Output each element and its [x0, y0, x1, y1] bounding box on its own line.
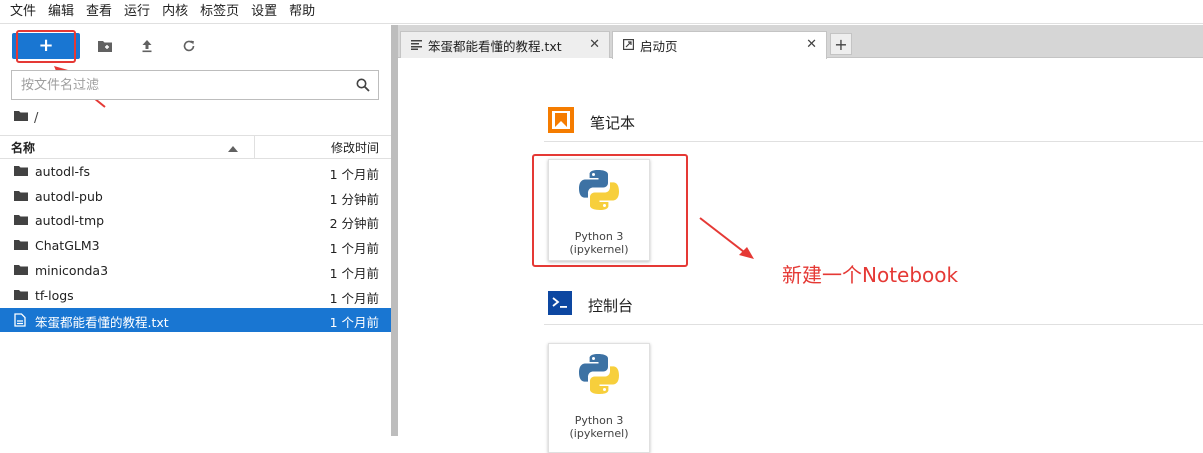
panel-splitter[interactable]	[391, 25, 398, 436]
console-icon	[548, 291, 572, 319]
file-list-header: 名称 修改时间	[0, 135, 391, 159]
folder-row[interactable]: autodl-tmp 2 分钟前	[0, 209, 391, 233]
tab-launcher[interactable]: 启动页 ✕	[612, 31, 827, 59]
breadcrumb: /	[14, 109, 38, 127]
close-icon[interactable]: ✕	[589, 37, 600, 52]
file-icon	[14, 313, 28, 327]
menu-item[interactable]: 运行	[118, 0, 156, 24]
close-icon[interactable]: ✕	[806, 37, 817, 52]
card-label: Python 3 (ipykernel)	[549, 414, 649, 440]
folder-icon	[14, 239, 28, 253]
highlight-box	[532, 154, 688, 267]
tab-bar: 笨蛋都能看懂的教程.txt ✕ 启动页 ✕ +	[398, 25, 1203, 59]
annotation-arrow	[699, 217, 754, 259]
file-browser: + / 名称 修改时间 autodl-fs1 个月	[0, 25, 391, 436]
column-name-header[interactable]: 名称	[11, 139, 35, 156]
file-modified: 1 个月前	[329, 167, 379, 182]
filter-input[interactable]	[12, 71, 342, 99]
filter-box	[11, 70, 379, 100]
tab-label: 启动页	[640, 39, 678, 54]
column-divider	[254, 136, 255, 159]
menu-item[interactable]: 内核	[156, 0, 194, 24]
main-area: 笨蛋都能看懂的教程.txt ✕ 启动页 ✕ + 笔记本 Python 3 (ip…	[398, 25, 1203, 453]
menu-item[interactable]: 帮助	[283, 0, 321, 24]
card-label-line2: (ipykernel)	[569, 427, 629, 440]
tab-text-file[interactable]: 笨蛋都能看懂的教程.txt ✕	[400, 31, 610, 58]
file-name: ChatGLM3	[35, 238, 100, 254]
console-section-header: 控制台	[548, 291, 633, 319]
refresh-icon[interactable]	[180, 37, 198, 55]
file-modified: 1 个月前	[329, 290, 379, 306]
console-python3-card[interactable]: Python 3 (ipykernel)	[548, 343, 650, 453]
folder-icon	[14, 214, 28, 228]
file-name: autodl-pub	[35, 188, 103, 204]
file-name: autodl-tmp	[35, 213, 105, 229]
file-name: tf-logs	[35, 287, 74, 303]
notebook-icon	[548, 107, 574, 137]
file-modified: 1 个月前	[329, 315, 379, 331]
tab-label: 笨蛋都能看懂的教程.txt	[428, 38, 562, 54]
folder-icon	[14, 165, 28, 179]
menu-item[interactable]: 编辑	[42, 0, 80, 24]
python-logo-icon	[577, 352, 621, 400]
menu-bar: 文件 编辑 查看 运行 内核 标签页 设置 帮助	[0, 0, 1203, 24]
file-row[interactable]: 笨蛋都能看懂的教程.txt 1 个月前	[0, 308, 391, 333]
new-folder-icon[interactable]	[96, 37, 114, 55]
folder-icon	[14, 264, 28, 278]
annotation-text: 新建一个Notebook	[782, 263, 959, 287]
file-modified: 1 个月前	[329, 241, 379, 257]
folder-row[interactable]: miniconda3 1 个月前	[0, 259, 391, 283]
launcher-icon	[623, 38, 635, 53]
folder-row[interactable]: autodl-pub 1 分钟前	[0, 185, 391, 209]
folder-icon[interactable]	[14, 110, 28, 126]
card-label-line1: Python 3	[574, 414, 624, 427]
folder-row[interactable]: tf-logs 1 个月前	[0, 284, 391, 308]
file-name: autodl-fs	[35, 164, 90, 179]
folder-icon	[14, 190, 28, 204]
notebook-section-header: 笔记本	[548, 107, 635, 137]
file-name: miniconda3	[35, 262, 109, 278]
menu-item[interactable]: 文件	[4, 0, 42, 24]
file-modified: 2 分钟前	[329, 216, 379, 232]
upload-icon[interactable]	[138, 37, 156, 55]
menu-item[interactable]: 标签页	[194, 0, 245, 24]
highlight-box	[16, 30, 76, 63]
section-divider	[544, 324, 1203, 325]
section-divider	[544, 141, 1203, 142]
sort-up-icon	[228, 141, 238, 156]
menu-item[interactable]: 查看	[80, 0, 118, 24]
file-modified: 1 分钟前	[329, 191, 379, 207]
file-modified: 1 个月前	[329, 265, 379, 281]
text-file-icon	[411, 38, 422, 53]
column-modified-header[interactable]: 修改时间	[331, 139, 379, 156]
folder-row[interactable]: autodl-fs 1 个月前	[0, 160, 391, 184]
notebook-section-title: 笔记本	[590, 113, 636, 132]
folder-icon	[14, 289, 28, 303]
console-section-title: 控制台	[588, 296, 634, 315]
breadcrumb-path[interactable]: /	[34, 111, 38, 126]
file-name: 笨蛋都能看懂的教程.txt	[35, 315, 169, 331]
search-icon[interactable]	[356, 78, 370, 96]
folder-row[interactable]: ChatGLM3 1 个月前	[0, 234, 391, 258]
add-tab-button[interactable]: +	[830, 33, 852, 55]
menu-item[interactable]: 设置	[245, 0, 283, 24]
